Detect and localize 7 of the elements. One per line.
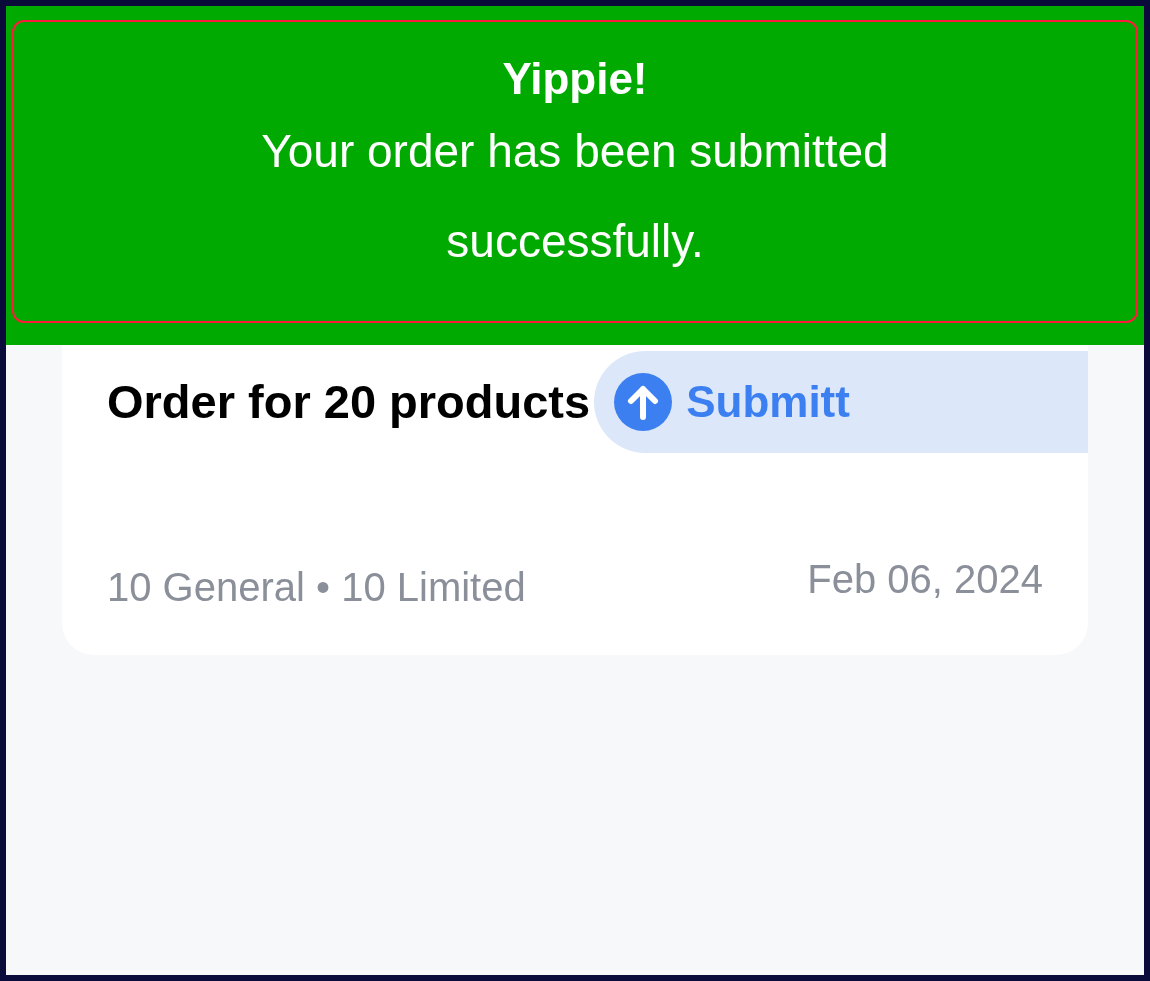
items-summary: 10 General • 10 Limited [107, 564, 526, 611]
status-badge: Submitt [594, 351, 1088, 453]
order-card[interactable]: Order for 20 products Submitt 10 General • 10 Limited Feb 06, 2024 [62, 345, 1088, 655]
order-date: Feb 06, 2024 [807, 556, 1043, 603]
banner-title: Yippie! [502, 53, 648, 105]
banner-message: Your order has been submitted successfully. [260, 124, 890, 269]
order-title: Order for 20 products [107, 373, 591, 430]
